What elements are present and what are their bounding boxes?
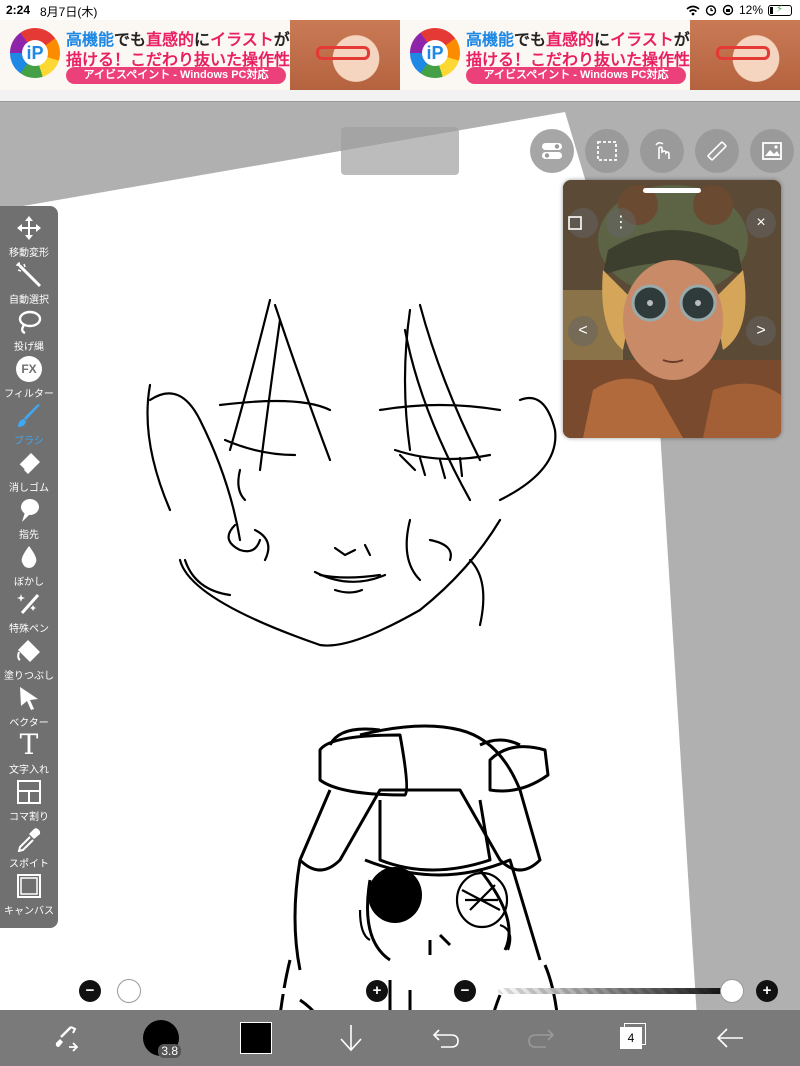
eraser-icon — [15, 449, 43, 477]
zoom-indicator: 162.6% — [341, 127, 459, 175]
reference-menu-icon[interactable]: ⋮ — [606, 208, 636, 238]
brush-size-knob[interactable] — [117, 979, 142, 1003]
fx-icon: FX — [15, 355, 43, 383]
tool-magic-wand[interactable]: 自動選択 — [0, 259, 58, 306]
brush-size-plus-button[interactable]: + — [366, 980, 388, 1002]
top-tool-buttons — [530, 129, 794, 173]
ad-cta: アイビスペイント - Windows PC対応 — [466, 67, 686, 84]
status-right: 12% ⚡ — [686, 3, 792, 17]
tool-lasso[interactable]: 投げ縄 — [0, 306, 58, 353]
color-swatch-button[interactable] — [238, 1020, 274, 1056]
brush-size-minus-button[interactable]: − — [79, 980, 101, 1002]
slider-row: 3.8px − + 100% − + — [0, 975, 800, 1007]
ad-unit-left[interactable]: iP 高機能でも直感的にイラストが 描ける！こだわり抜いた操作性！ アイビスペイ… — [0, 20, 400, 90]
bottom-toolbar: 3.8 4 — [0, 1010, 800, 1066]
tool-special-pen[interactable]: 特殊ペン — [0, 588, 58, 635]
text-icon: T — [19, 728, 39, 761]
ad-cta: アイビスペイント - Windows PC対応 — [66, 67, 286, 84]
battery-percent: 12% — [738, 3, 763, 17]
smudge-icon — [15, 496, 43, 524]
tool-eraser[interactable]: 消しゴム — [0, 447, 58, 494]
battery-icon: ⚡ — [768, 4, 792, 16]
ibis-logo-icon: iP — [410, 28, 460, 78]
touch-icon[interactable] — [640, 129, 684, 173]
tool-smudge[interactable]: 指先 — [0, 494, 58, 541]
status-time: 2:24 — [6, 3, 31, 17]
tool-brush[interactable]: ブラシ — [0, 400, 58, 447]
ad-separator — [0, 90, 800, 102]
tool-move[interactable]: 移動変形 — [0, 212, 58, 259]
layers-icon: 4 — [620, 1023, 648, 1053]
alarm-icon — [705, 5, 717, 16]
blur-drop-icon — [15, 543, 43, 571]
redo-icon[interactable] — [523, 1020, 559, 1056]
frame-divider-icon — [15, 778, 43, 806]
tool-fill[interactable]: 塗りつぶし — [0, 635, 58, 682]
fill-bucket-icon — [15, 637, 43, 665]
layers-button[interactable]: 4 — [616, 1020, 652, 1056]
reference-prev-icon[interactable]: < — [568, 316, 598, 346]
ibis-logo-icon: iP — [10, 28, 60, 78]
reference-close-icon[interactable]: × — [746, 208, 776, 238]
opacity-track[interactable] — [498, 988, 742, 994]
tool-filter[interactable]: FX フィルター — [0, 353, 58, 400]
opacity-knob[interactable] — [720, 979, 744, 1003]
status-bar: 2:24 8月7日(木) 12% ⚡ — [0, 0, 800, 20]
selection-icon[interactable] — [585, 129, 629, 173]
reference-drag-handle[interactable] — [643, 188, 701, 193]
reference-next-icon[interactable]: > — [746, 316, 776, 346]
ad-character-image — [290, 20, 400, 90]
color-swatch — [240, 1022, 272, 1054]
brush-size-label: 3.8px — [37, 983, 69, 998]
brush-size-track[interactable] — [122, 988, 376, 994]
tool-vector[interactable]: ベクター — [0, 682, 58, 729]
brush-size-badge: 3.8 — [158, 1044, 181, 1058]
eyedropper-icon — [15, 825, 43, 853]
ad-character-image — [690, 20, 800, 90]
tool-frame-divider[interactable]: コマ割り — [0, 776, 58, 823]
vector-cursor-icon — [15, 684, 43, 712]
ad-unit-right[interactable]: iP 高機能でも直感的にイラストが 描ける！こだわり抜いた操作性！ アイビスペイ… — [400, 20, 800, 90]
reference-pin-icon[interactable] — [568, 208, 598, 238]
lasso-icon — [15, 308, 43, 336]
brush-preview-button[interactable]: 3.8 — [143, 1020, 181, 1058]
tool-blur[interactable]: ぼかし — [0, 541, 58, 588]
back-arrow-icon[interactable] — [712, 1020, 748, 1056]
brush-icon — [15, 402, 43, 430]
tool-eyedropper[interactable]: スポイト — [0, 823, 58, 870]
opacity-plus-button[interactable]: + — [756, 980, 778, 1002]
swap-brush-icon[interactable] — [48, 1020, 84, 1056]
status-date: 8月7日(木) — [40, 5, 98, 19]
magic-wand-icon — [15, 261, 43, 289]
brush-dot: 3.8 — [143, 1020, 181, 1058]
ibis-paint-screen: 2:24 8月7日(木) 12% ⚡ iP 高機能でも直感的にイラストが 描ける… — [0, 0, 800, 1066]
reference-window[interactable]: ⋮ × < > — [563, 180, 781, 438]
down-arrow-icon[interactable] — [333, 1020, 369, 1056]
canvas-icon — [15, 872, 43, 900]
undo-icon[interactable] — [428, 1020, 464, 1056]
toggle-icon[interactable] — [530, 129, 574, 173]
wifi-icon — [686, 5, 700, 15]
ruler-icon[interactable] — [695, 129, 739, 173]
tool-palette: 移動変形 自動選択 投げ縄 FX フィルター ブラシ 消しゴム 指先 ぼかし 特… — [0, 206, 58, 928]
layer-count: 4 — [620, 1027, 642, 1049]
opacity-minus-button[interactable]: − — [454, 980, 476, 1002]
special-pen-icon — [15, 590, 43, 618]
rotation-lock-icon — [722, 4, 734, 16]
ad-banner[interactable]: iP 高機能でも直感的にイラストが 描ける！こだわり抜いた操作性！ アイビスペイ… — [0, 20, 800, 90]
reference-image-icon[interactable] — [750, 129, 794, 173]
tool-canvas[interactable]: キャンバス — [0, 870, 58, 917]
move-icon — [15, 214, 43, 242]
opacity-label: 100% — [411, 983, 445, 998]
tool-text[interactable]: T 文字入れ — [0, 728, 58, 777]
